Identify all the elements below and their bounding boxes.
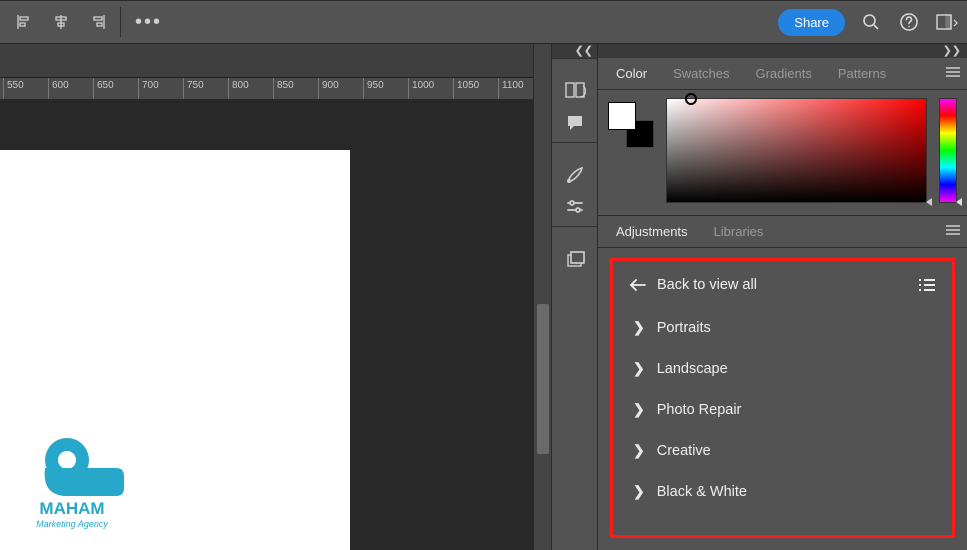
ruler-tick: 600 [48,78,69,100]
preset-landscape[interactable]: ❯ Landscape [627,348,938,389]
chevron-right-icon: ❯ [633,360,645,377]
tab-gradients[interactable]: Gradients [743,60,823,87]
ruler-tick: 550 [3,78,24,100]
arrow-left-icon [629,278,647,292]
chevron-right-icon: ❯ [633,483,645,500]
adjustments-panel-tabs: Adjustments Libraries [598,216,967,248]
ruler-tick: 1000 [408,78,434,100]
hue-pointer-icon [956,198,962,206]
dock-grip[interactable] [562,233,588,238]
ruler-tick: 650 [93,78,114,100]
back-label: Back to view all [657,277,757,293]
dock-grip[interactable] [562,65,588,70]
adjustments-panel-body: Back to view all ❯ Portraits ❯ Landscape… [598,248,967,550]
search-icon[interactable] [859,10,883,34]
options-bar: ••• Share [0,0,967,44]
right-panels: ❯❯ Color Swatches Gradients Patterns [597,44,967,550]
preset-portraits[interactable]: ❯ Portraits [627,307,938,348]
color-panel-body [598,90,967,216]
ruler-tick: 1100 [498,78,524,100]
options-bar-left: ••• [8,7,170,37]
preset-creative[interactable]: ❯ Creative [627,430,938,471]
chevron-right-icon: ❯ [633,442,645,459]
color-field[interactable] [666,98,927,203]
ruler-tick: 850 [273,78,294,100]
align-right-control[interactable] [80,7,114,37]
options-bar-right: Share [778,9,959,36]
panel-menu-icon[interactable] [945,66,961,78]
panel-expand-arrows-icon[interactable]: ❯❯ [598,44,967,58]
brush-settings-panel-icon[interactable] [557,192,593,222]
tab-swatches[interactable]: Swatches [661,60,741,87]
collapsed-panel-dock: ❮❮ [551,44,597,550]
vertical-scrollbar[interactable] [533,44,551,550]
workspace-switcher-icon[interactable] [935,10,959,34]
tab-libraries[interactable]: Libraries [702,218,776,245]
ruler-tick: 700 [138,78,159,100]
color-panel-tabs: Color Swatches Gradients Patterns [598,58,967,90]
preset-photo-repair[interactable]: ❯ Photo Repair [627,389,938,430]
preset-label: Photo Repair [657,402,742,418]
align-center-control[interactable] [44,7,78,37]
align-left-control[interactable] [8,7,42,37]
tab-patterns[interactable]: Patterns [826,60,898,87]
tab-adjustments[interactable]: Adjustments [604,218,700,245]
canvas-viewport[interactable] [0,100,533,550]
preset-label: Creative [657,443,711,459]
scrollbar-thumb[interactable] [537,304,549,454]
separator [120,7,121,37]
preset-black-white[interactable]: ❯ Black & White [627,471,938,512]
ruler-tick: 900 [318,78,339,100]
ruler-tick: 750 [183,78,204,100]
ruler-tick: 1050 [453,78,479,100]
layers-panel-icon[interactable] [557,244,593,274]
foreground-background-swatch[interactable] [608,102,654,148]
canvas-area: 550 600 650 700 750 800 850 900 950 1000… [0,44,533,550]
panel-menu-icon[interactable] [945,224,961,236]
list-view-icon[interactable] [918,278,936,292]
document-tab-strip[interactable] [0,44,533,78]
back-to-view-all-button[interactable]: Back to view all [629,277,757,293]
color-field-pointer-icon [926,198,932,206]
color-picker-cursor[interactable] [685,93,697,105]
document-canvas[interactable] [0,150,350,550]
preset-label: Portraits [657,320,711,336]
workspace: 550 600 650 700 750 800 850 900 950 1000… [0,44,967,550]
hue-slider[interactable] [939,98,957,203]
foreground-color-swatch[interactable] [608,102,636,130]
preset-label: Landscape [657,361,728,377]
chevron-right-icon: ❯ [633,401,645,418]
comments-panel-icon[interactable] [557,108,593,138]
dock-grip[interactable] [562,149,588,154]
tab-color[interactable]: Color [604,60,659,87]
horizontal-ruler[interactable]: 550 600 650 700 750 800 850 900 950 1000… [0,78,533,100]
help-icon[interactable] [897,10,921,34]
more-options-button[interactable]: ••• [127,11,170,34]
history-panel-icon[interactable] [557,76,593,106]
brushes-panel-icon[interactable] [557,160,593,190]
dock-collapse-arrows-icon[interactable]: ❮❮ [552,44,597,58]
ruler-tick: 950 [363,78,384,100]
ruler-tick: 800 [228,78,249,100]
adjustment-presets-highlight: Back to view all ❯ Portraits ❯ Landscape… [610,258,955,538]
share-button[interactable]: Share [778,9,845,36]
chevron-right-icon: ❯ [633,319,645,336]
preset-label: Black & White [657,484,747,500]
